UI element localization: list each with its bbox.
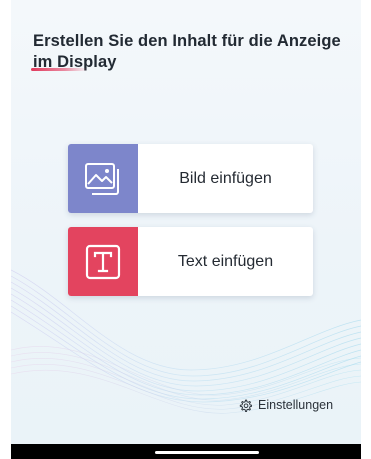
page-title: Erstellen Sie den Inhalt für die Anzeige… — [33, 32, 341, 71]
insert-text-label: Text einfügen — [177, 252, 274, 270]
insert-text-button[interactable]: Text einfügen — [68, 227, 313, 296]
insert-image-label: Bild einfügen — [179, 169, 272, 187]
title-underline — [31, 68, 87, 71]
settings-link[interactable]: Einstellungen — [239, 396, 333, 414]
insert-image-button[interactable]: Bild einfügen — [68, 144, 313, 213]
image-icon-box — [68, 144, 138, 213]
gear-icon — [239, 399, 252, 412]
settings-label: Einstellungen — [258, 398, 334, 412]
text-icon — [85, 244, 121, 279]
home-gesture-handle[interactable] — [155, 451, 259, 454]
image-icon — [85, 162, 119, 195]
app-screen: Erstellen Sie den Inhalt für die Anzeige… — [11, 0, 361, 444]
system-navigation-bar — [11, 444, 361, 459]
text-icon-box — [68, 227, 138, 296]
